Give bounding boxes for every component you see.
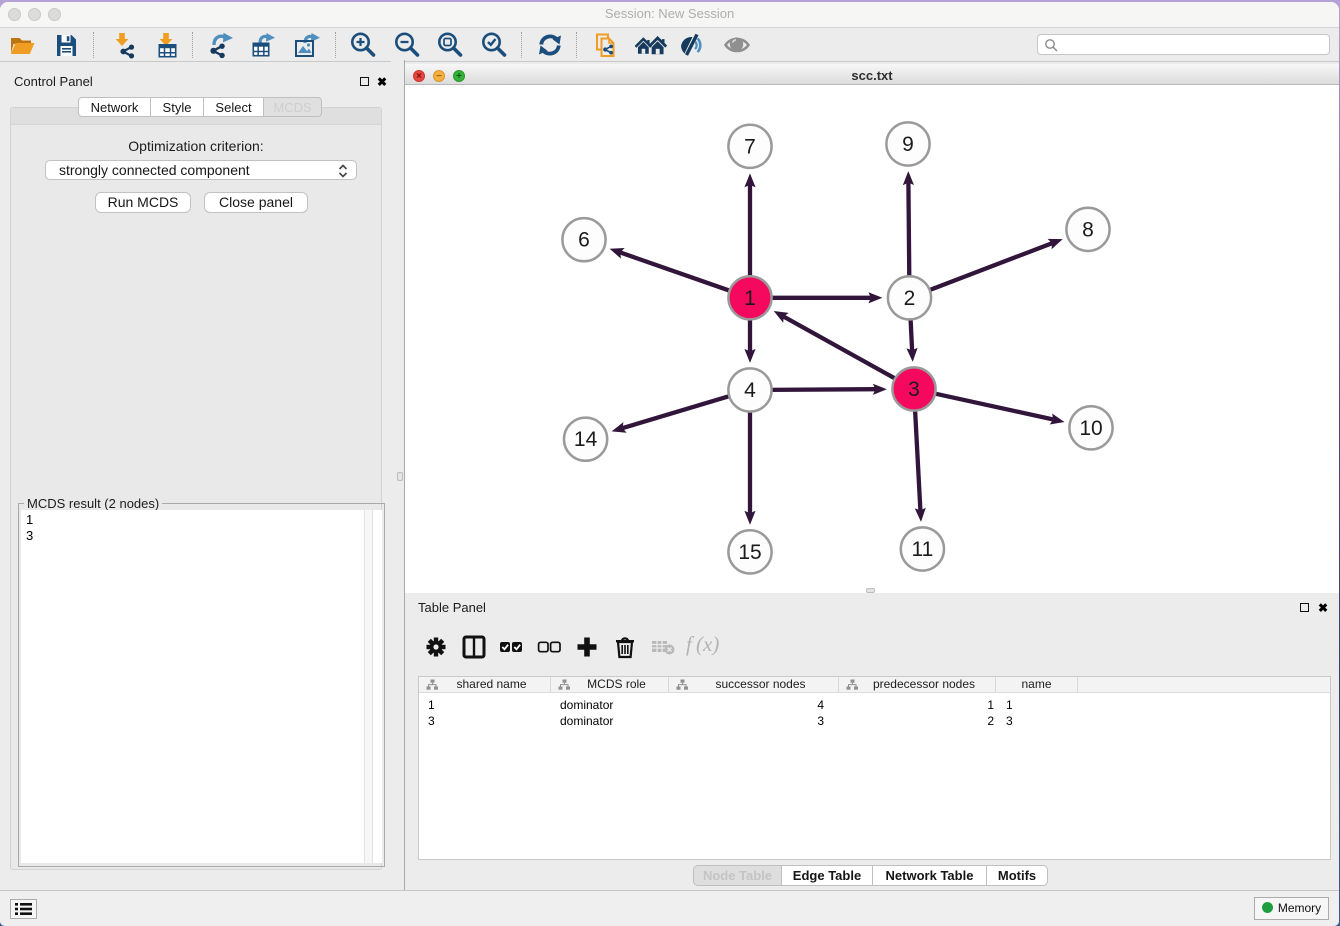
- svg-text:10: 10: [1079, 417, 1102, 440]
- svg-text:8: 8: [1082, 218, 1094, 241]
- svg-text:11: 11: [911, 538, 933, 561]
- svg-text:6: 6: [578, 229, 590, 252]
- svg-text:3: 3: [908, 378, 920, 401]
- svg-text:2: 2: [904, 287, 916, 310]
- svg-text:7: 7: [744, 135, 756, 158]
- svg-text:9: 9: [902, 133, 914, 156]
- svg-text:4: 4: [744, 379, 756, 402]
- svg-text:15: 15: [738, 541, 761, 564]
- svg-text:14: 14: [574, 428, 598, 451]
- svg-text:1: 1: [744, 287, 756, 310]
